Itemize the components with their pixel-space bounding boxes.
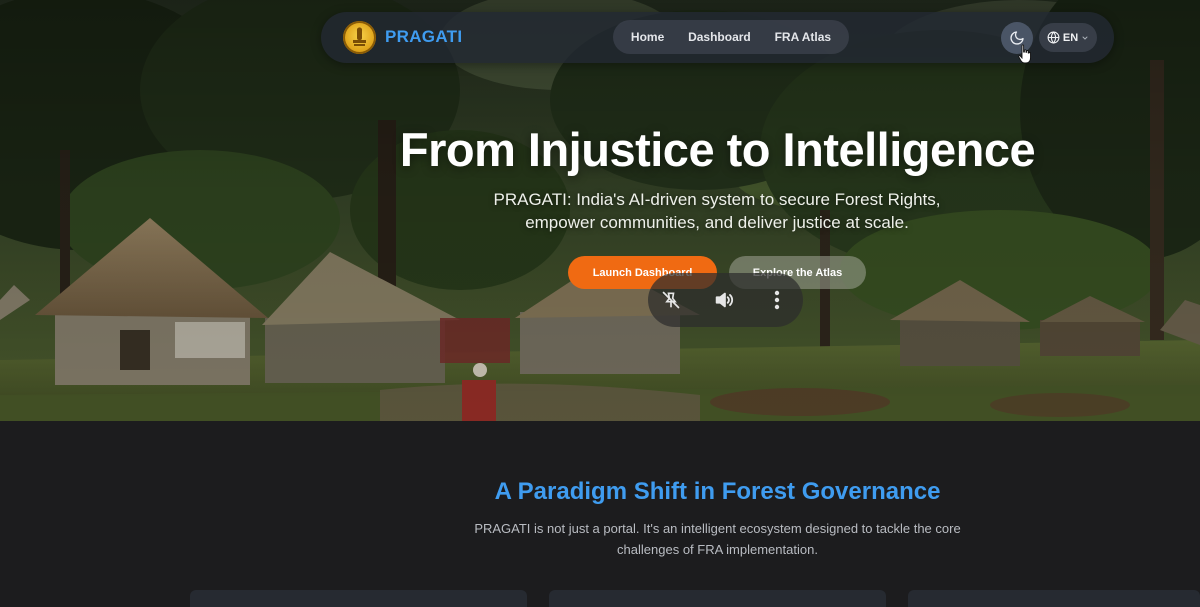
nav-link-home[interactable]: Home [625,26,670,48]
language-selector[interactable]: EN [1039,23,1097,52]
feature-card [190,590,527,607]
paradigm-shift-section: A Paradigm Shift in Forest Governance PR… [0,421,1200,607]
feature-card [549,590,886,607]
hero-subtitle: PRAGATI: India's AI-driven system to sec… [493,190,941,232]
media-controls-overlay [648,273,803,327]
section-title: A Paradigm Shift in Forest Governance [494,478,941,505]
volume-icon[interactable] [712,288,736,312]
hero-title: From Injustice to Intelligence [399,123,1036,176]
globe-icon [1047,31,1060,44]
nav-link-dashboard[interactable]: Dashboard [682,26,757,48]
more-vertical-icon[interactable] [765,288,789,312]
section-description: PRAGATI is not just a portal. It's an in… [474,521,961,557]
national-emblem-icon[interactable] [343,21,376,54]
brand-name[interactable]: PRAGATI [385,27,462,47]
nav-links: Home Dashboard FRA Atlas [613,20,849,54]
page: PRAGATI Home Dashboard FRA Atlas EN From… [0,0,1200,607]
language-label: EN [1062,31,1079,44]
chevron-down-icon [1082,36,1088,40]
hand-cursor-icon [1018,44,1031,64]
pin-off-icon[interactable] [659,288,683,312]
nav-link-fra-atlas[interactable]: FRA Atlas [769,26,837,48]
navbar: PRAGATI Home Dashboard FRA Atlas EN [321,12,1114,63]
feature-card [908,590,1200,607]
